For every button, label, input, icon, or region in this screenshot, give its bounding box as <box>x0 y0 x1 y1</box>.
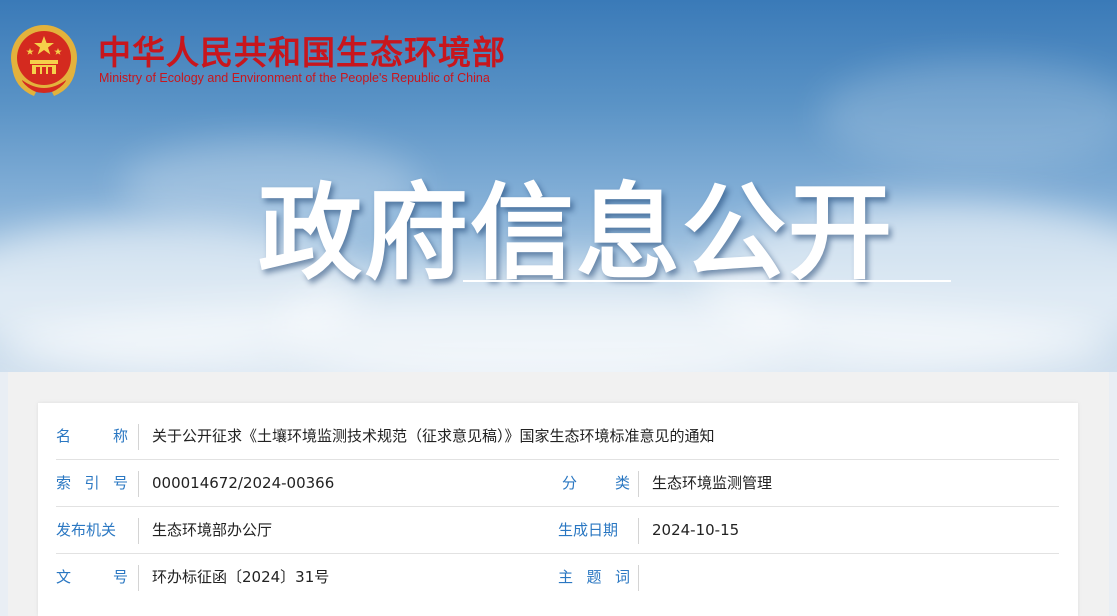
category-label: 分 类 <box>562 474 630 492</box>
name-value: 关于公开征求《土壤环境监测技术规范（征求意见稿）》国家生态环境标准意见的通知 <box>152 427 715 445</box>
label-separator <box>638 518 639 544</box>
issuer-value: 生态环境部办公厅 <box>152 521 273 539</box>
header-banner: 中华人民共和国生态环境部 Ministry of Ecology and Env… <box>0 0 1117 372</box>
title-divider <box>463 280 951 282</box>
name-label: 名 称 <box>56 427 128 445</box>
info-row-issuer: 发布机关 生态环境部办公厅 生成日期 2024-10-15 <box>56 507 1059 554</box>
section-title: 政府信息公开 <box>258 172 895 294</box>
subject-label: 主 题 词 <box>558 568 630 586</box>
date-label: 生成日期 <box>558 521 619 539</box>
label-separator <box>138 518 139 544</box>
label-separator <box>138 424 139 450</box>
category-value: 生态环境监测管理 <box>652 474 773 492</box>
label-separator <box>638 471 639 497</box>
label-separator <box>638 565 639 591</box>
index-no-label: 索 引 号 <box>56 474 128 492</box>
info-row-docno: 文 号 环办标征函〔2024〕31号 主 题 词 <box>56 554 1059 601</box>
doc-no-value: 环办标征函〔2024〕31号 <box>152 568 330 586</box>
national-emblem-icon[interactable] <box>8 22 80 100</box>
info-row-name: 名 称 关于公开征求《土壤环境监测技术规范（征求意见稿）》国家生态环境标准意见的… <box>56 413 1059 460</box>
issuer-label: 发布机关 <box>56 521 117 539</box>
label-separator <box>138 565 139 591</box>
label-separator <box>138 471 139 497</box>
org-name-cn[interactable]: 中华人民共和国生态环境部 <box>98 26 506 74</box>
info-row-index: 索 引 号 000014672/2024-00366 分 类 生态环境监测管理 <box>56 460 1059 507</box>
index-no-value: 000014672/2024-00366 <box>152 474 335 492</box>
org-name-en[interactable]: Ministry of Ecology and Environment of t… <box>99 71 490 85</box>
date-value: 2024-10-15 <box>652 521 740 539</box>
document-info-table: 名 称 关于公开征求《土壤环境监测技术规范（征求意见稿）》国家生态环境标准意见的… <box>38 403 1078 616</box>
doc-no-label: 文 号 <box>56 568 128 586</box>
